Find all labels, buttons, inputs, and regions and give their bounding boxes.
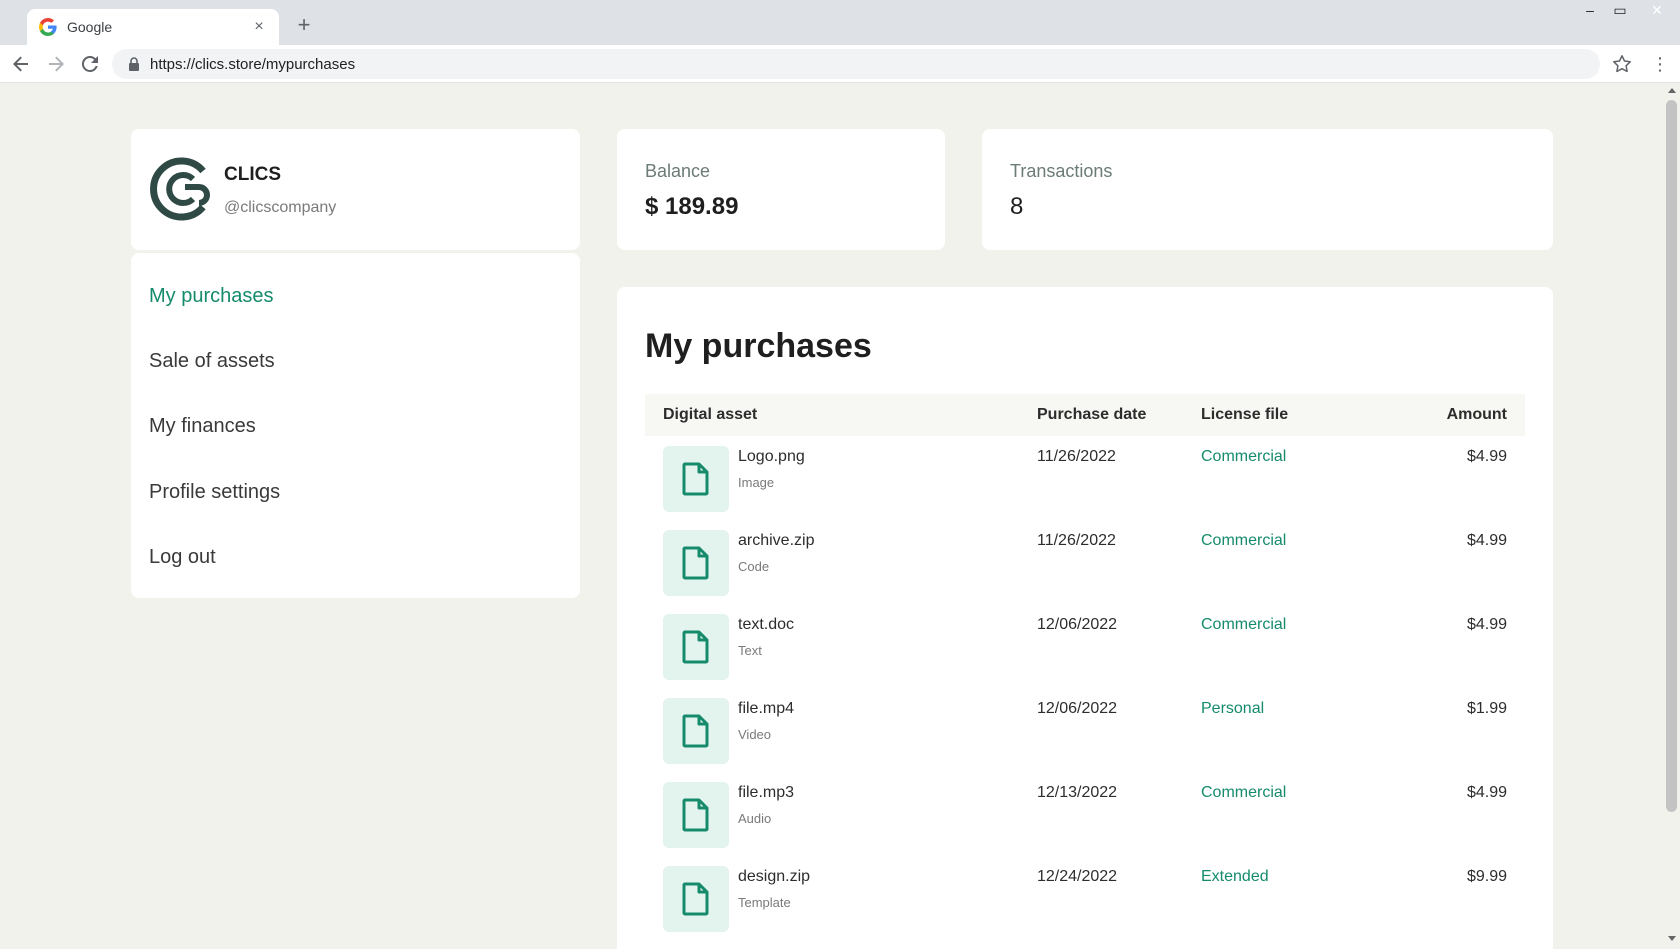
reload-icon[interactable] xyxy=(79,53,101,75)
minimize-window-button[interactable]: – xyxy=(1575,2,1605,22)
file-icon xyxy=(682,714,709,748)
purchase-date: 12/13/2022 xyxy=(1037,784,1118,801)
file-tile[interactable] xyxy=(663,782,729,848)
asset-type: Audio xyxy=(738,811,772,826)
forward-arrow-icon[interactable] xyxy=(45,53,67,75)
asset-type: Video xyxy=(738,727,772,742)
file-tile[interactable] xyxy=(663,614,729,680)
scroll-down-arrow-icon[interactable] xyxy=(1668,936,1676,941)
file-icon xyxy=(682,462,709,496)
table-row: file.mp3 Audio 12/13/2022 Commercial $4.… xyxy=(645,772,1525,856)
amount: $4.99 xyxy=(1466,616,1507,633)
new-tab-button[interactable]: + xyxy=(293,14,315,36)
asset-type: Text xyxy=(738,643,762,658)
transactions-label: Transactions xyxy=(1010,161,1113,181)
transactions-card: Transactions 8 xyxy=(982,129,1553,250)
url-text: https://clics.store/mypurchases xyxy=(150,55,356,73)
asset-name: file.mp4 xyxy=(738,700,795,717)
file-icon xyxy=(682,798,709,832)
column-header-amount: Amount xyxy=(1446,406,1507,423)
asset-type: Template xyxy=(738,895,791,910)
license-file-link[interactable]: Commercial xyxy=(1201,532,1286,550)
asset-name: archive.zip xyxy=(738,532,815,549)
maximize-window-button[interactable]: ▭ xyxy=(1605,2,1635,22)
amount: $1.99 xyxy=(1466,700,1507,717)
table-row: text.doc Text 12/06/2022 Commercial $4.9… xyxy=(645,604,1525,688)
transactions-value: 8 xyxy=(1010,193,1024,220)
browser-toolbar: https://clics.store/mypurchases ⋮ xyxy=(0,45,1680,83)
asset-type: Code xyxy=(738,559,770,574)
sidebar-item-my-finances[interactable]: My finances xyxy=(149,415,256,438)
page-scrollbar[interactable] xyxy=(1664,84,1680,949)
asset-name: design.zip xyxy=(738,868,811,885)
sidebar-item-sale-of-assets[interactable]: Sale of assets xyxy=(149,350,275,373)
balance-value: $ 189.89 xyxy=(645,193,739,220)
license-file-link[interactable]: Extended xyxy=(1201,868,1269,886)
license-file-link[interactable]: Personal xyxy=(1201,700,1264,718)
table-header: Digital asset Purchase date License file… xyxy=(645,394,1525,436)
sidebar-nav: My purchases Sale of assets My finances … xyxy=(131,253,580,598)
page-title: My purchases xyxy=(645,327,872,365)
table-row: file.mp4 Video 12/06/2022 Personal $1.99 xyxy=(645,688,1525,772)
sidebar-item-profile-settings[interactable]: Profile settings xyxy=(149,481,280,504)
company-handle: @clicscompany xyxy=(224,199,337,216)
license-file-link[interactable]: Commercial xyxy=(1201,448,1286,466)
license-file-link[interactable]: Commercial xyxy=(1201,616,1286,634)
purchase-date: 11/26/2022 xyxy=(1037,532,1116,549)
browser-menu-icon[interactable]: ⋮ xyxy=(1651,54,1669,74)
purchases-panel: My purchases Digital asset Purchase date… xyxy=(617,287,1553,949)
back-arrow-icon[interactable] xyxy=(10,53,32,75)
clics-logo xyxy=(150,157,210,221)
asset-type: Image xyxy=(738,475,775,490)
close-window-label: ✕ xyxy=(1651,2,1663,18)
company-name: CLICS xyxy=(224,164,281,185)
profile-card: CLICS @clicscompany xyxy=(131,129,580,250)
amount: $4.99 xyxy=(1466,532,1507,549)
amount: $4.99 xyxy=(1466,784,1507,801)
bookmark-star-icon[interactable] xyxy=(1612,54,1632,74)
asset-name: text.doc xyxy=(738,616,795,633)
file-icon xyxy=(682,630,709,664)
file-tile[interactable] xyxy=(663,698,729,764)
sidebar-item-log-out[interactable]: Log out xyxy=(149,546,216,569)
asset-name: file.mp3 xyxy=(738,784,795,801)
column-header-license-file: License file xyxy=(1201,406,1289,423)
google-icon xyxy=(39,18,57,36)
purchase-date: 12/06/2022 xyxy=(1037,700,1118,717)
close-tab-icon[interactable]: × xyxy=(251,18,267,36)
scroll-up-arrow-icon[interactable] xyxy=(1668,88,1676,93)
file-tile[interactable] xyxy=(663,866,729,932)
sidebar-item-my-purchases[interactable]: My purchases xyxy=(149,285,274,308)
purchase-date: 12/06/2022 xyxy=(1037,616,1118,633)
table-row: design.zip Template 12/24/2022 Extended … xyxy=(645,856,1525,940)
file-tile[interactable] xyxy=(663,530,729,596)
amount: $4.99 xyxy=(1466,448,1507,465)
close-window-button[interactable]: ✕ xyxy=(1642,2,1672,22)
table-row: archive.zip Code 11/26/2022 Commercial $… xyxy=(645,520,1525,604)
asset-name: Logo.png xyxy=(738,448,805,465)
column-header-digital-asset: Digital asset xyxy=(663,406,758,423)
amount: $9.99 xyxy=(1466,868,1507,885)
file-icon xyxy=(682,546,709,580)
browser-tab[interactable]: Google × xyxy=(27,9,279,45)
browser-tab-strip: Google × + – ▭ ✕ xyxy=(0,0,1680,45)
license-file-link[interactable]: Commercial xyxy=(1201,784,1286,802)
purchase-date: 12/24/2022 xyxy=(1037,868,1118,885)
balance-label: Balance xyxy=(645,161,711,181)
purchase-date: 11/26/2022 xyxy=(1037,448,1116,465)
scrollbar-thumb[interactable] xyxy=(1666,100,1677,812)
lock-icon xyxy=(129,57,139,71)
file-tile[interactable] xyxy=(663,446,729,512)
address-bar[interactable]: https://clics.store/mypurchases xyxy=(112,49,1600,79)
file-icon xyxy=(682,882,709,916)
balance-card: Balance $ 189.89 xyxy=(617,129,945,250)
table-row: Logo.png Image 11/26/2022 Commercial $4.… xyxy=(645,436,1525,520)
column-header-purchase-date: Purchase date xyxy=(1037,406,1147,423)
tab-title: Google xyxy=(67,19,113,35)
